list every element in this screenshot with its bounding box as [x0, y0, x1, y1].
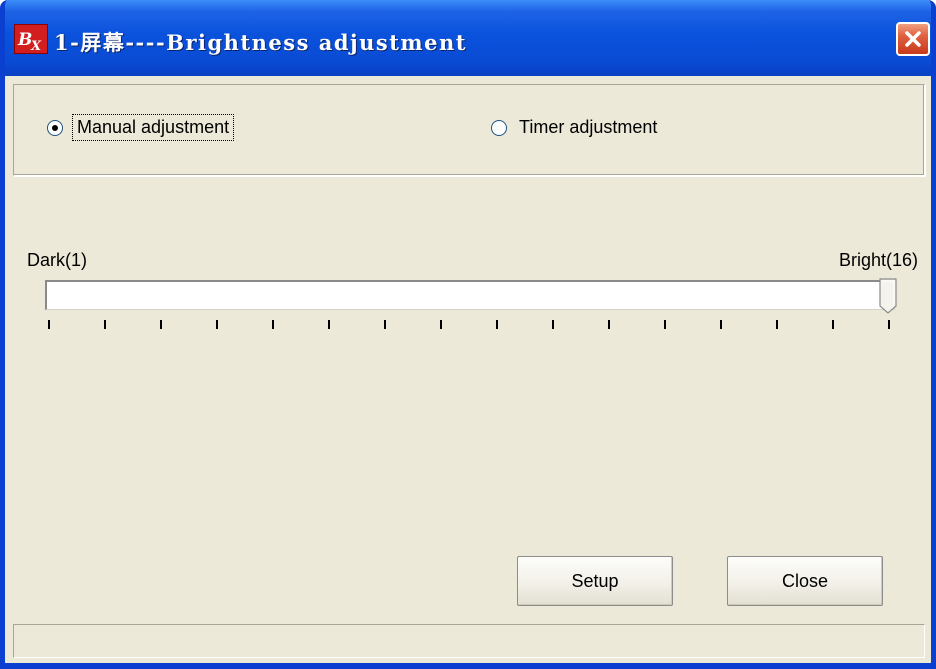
window-title: 1-屏幕----Brightness adjustment: [54, 30, 467, 55]
slider-tick: [272, 320, 274, 329]
bx-app-icon: B X: [14, 24, 48, 54]
slider-tick: [832, 320, 834, 329]
timer-adjustment-radio[interactable]: Timer adjustment: [491, 117, 657, 138]
manual-adjustment-label: Manual adjustment: [71, 114, 235, 141]
timer-adjustment-label: Timer adjustment: [519, 117, 658, 137]
slider-tick: [664, 320, 666, 329]
svg-text:X: X: [30, 39, 42, 52]
slider-tick: [496, 320, 498, 329]
manual-adjustment-radio[interactable]: Manual adjustment: [47, 114, 235, 141]
radio-selected-dot: [52, 124, 58, 131]
slider-min-label: Dark(1): [27, 250, 88, 270]
slider-tick: [440, 320, 442, 329]
slider-tick: [608, 320, 610, 329]
slider-tick: [48, 320, 50, 329]
slider-tick: [328, 320, 330, 329]
slider-tick: [160, 320, 162, 329]
setup-button[interactable]: Setup: [517, 556, 673, 606]
slider-tick: [720, 320, 722, 329]
close-button[interactable]: Close: [727, 556, 883, 606]
slider-max-label: Bright(16): [839, 250, 919, 270]
status-bar: [13, 624, 925, 658]
slider-tick: [552, 320, 554, 329]
slider-tick: [776, 320, 778, 329]
close-icon: [905, 31, 921, 47]
slider-tick: [216, 320, 218, 329]
title-bar[interactable]: B X 1-屏幕----Brightness adjustment: [5, 0, 931, 76]
brightness-slider-thumb[interactable]: [879, 278, 897, 314]
radio-circle: [47, 119, 63, 136]
close-window-button[interactable]: [896, 22, 930, 56]
slider-tick: [104, 320, 106, 329]
radio-circle: [491, 119, 507, 136]
brightness-slider-track[interactable]: [45, 280, 895, 310]
brightness-dialog: B X 1-屏幕----Brightness adjustment Manual…: [0, 0, 936, 669]
slider-tick: [888, 320, 890, 329]
slider-tick: [384, 320, 386, 329]
